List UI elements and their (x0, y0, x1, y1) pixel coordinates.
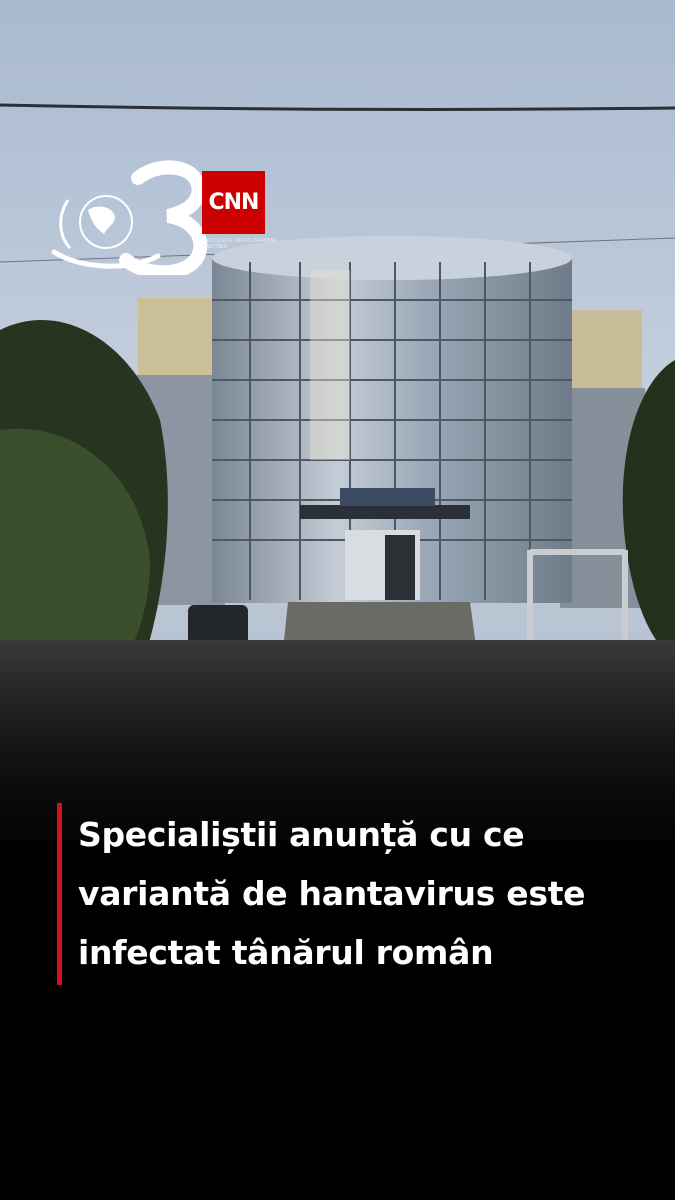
cnn-label: CNN (208, 190, 260, 215)
headline-accent-bar (57, 803, 62, 985)
partner-caption: EXCLUSIVE NEWS CHANNEL PARTNER (202, 238, 279, 250)
cnn-logo: CNN (202, 171, 265, 234)
story-frame: CNN EXCLUSIVE NEWS CHANNEL PARTNER Speci… (0, 0, 675, 1200)
headline-line: infectat tânărul român (78, 933, 494, 972)
headline: Specialiștii anunță cu ce variantă de ha… (78, 805, 658, 982)
headline-line: variantă de hantavirus este (78, 874, 586, 913)
headline-line: Specialiștii anunță cu ce (78, 815, 525, 854)
